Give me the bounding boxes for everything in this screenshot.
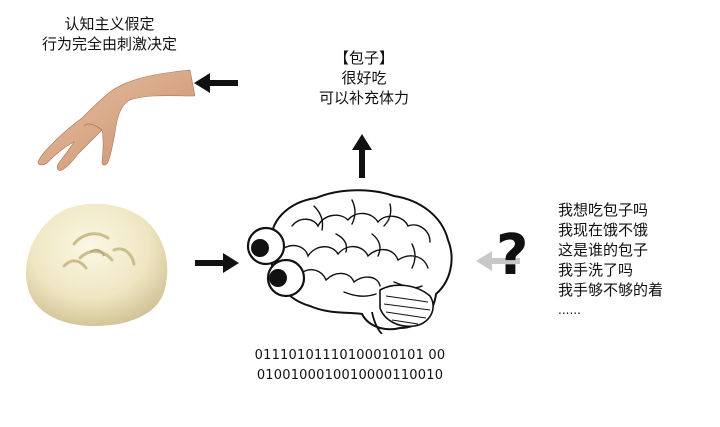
thought-2: 我现在饿不饿: [558, 221, 649, 239]
cognitivism-caption: 认知主义假定 行为完全由刺激决定: [22, 14, 197, 54]
thought-3: 这是谁的包子: [558, 241, 649, 259]
question-mark: ?: [496, 223, 529, 288]
arrow-left-icon: [194, 73, 238, 93]
binary-block: 01110101110100010101 00 0100100010010000…: [240, 346, 460, 386]
brain-with-eyes-icon: [246, 189, 453, 334]
arrow-up-icon: [352, 134, 372, 178]
thought-4: 我手洗了吗: [558, 261, 634, 279]
thought-1: 我想吃包子吗: [558, 201, 649, 219]
bun-description: 【包子】 很好吃 可以补充体力: [300, 48, 428, 108]
caption-line-1: 认知主义假定: [64, 15, 155, 33]
steamed-bun-icon: [25, 203, 168, 326]
bun-line-1: 很好吃: [341, 69, 387, 87]
bun-title: 【包子】: [333, 49, 394, 67]
binary-line-2: 0100100010010000110010: [256, 368, 444, 383]
thoughts-list: 我想吃包子吗 我现在饿不饿 这是谁的包子 我手洗了吗 我手够不够的着 .....…: [558, 200, 708, 320]
bun-line-2: 可以补充体力: [318, 89, 409, 107]
thought-6: ......: [558, 303, 581, 317]
hand-icon: [37, 69, 195, 171]
arrow-right-icon: [195, 253, 239, 273]
binary-line-1: 01110101110100010101 00: [254, 348, 446, 363]
caption-line-2: 行为完全由刺激决定: [41, 35, 177, 53]
thought-5: 我手够不够的着: [558, 281, 664, 299]
